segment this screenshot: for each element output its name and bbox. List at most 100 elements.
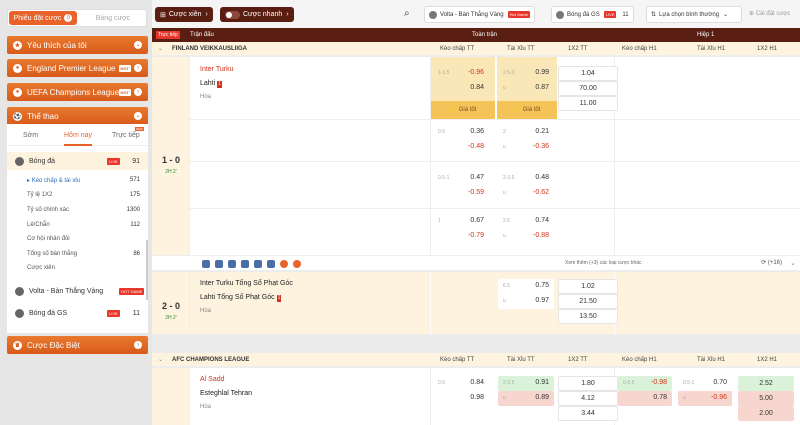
search-icon[interactable]: ⌕ (404, 8, 410, 19)
sub-handicap-ou[interactable]: ▸ Kèo chấp & tài xỉu (27, 177, 80, 184)
odds-cell[interactable]: u 0.97 (498, 294, 554, 309)
odds-cell[interactable]: 0.5-1 0.70 (678, 376, 732, 391)
odd: 0.70 (713, 379, 727, 386)
odds-1x2-h1[interactable]: 5.00 (738, 391, 794, 406)
odds-cell[interactable]: 2 0.21 (498, 125, 554, 140)
more-count[interactable]: ⟳ (+16) (761, 259, 782, 266)
line: 1-1.5 (438, 70, 450, 76)
sub-parlay[interactable]: Cược xiên (27, 265, 55, 271)
view-icon[interactable] (228, 260, 236, 268)
odds-1x2[interactable]: 21.50 (558, 294, 618, 309)
volta-chip[interactable]: Volta - Bàn Thắng Vàng Hot Game (424, 6, 535, 23)
best-price-label: Giá tốt (458, 107, 477, 113)
odds-cell[interactable]: -0.59 (433, 186, 489, 201)
stats-icon[interactable] (241, 260, 249, 268)
sports-tabs: Sớm Hôm nay Trực tiếp NEW (7, 124, 148, 146)
bet-slip-tab[interactable]: Phiếu đặt cược 0 (9, 11, 77, 25)
odds-cell[interactable]: 0.84 (433, 81, 489, 96)
col-header: Tài Xỉu H1 (697, 357, 726, 363)
sport-gs[interactable]: Bóng đá GS LIVE 11 (7, 304, 148, 322)
odds-cell[interactable]: 2-2.5 0.48 (498, 171, 554, 186)
odd: 0.78 (653, 394, 667, 401)
score: 2 - 0 (161, 301, 180, 311)
odds-cell[interactable]: -0.48 (433, 140, 489, 155)
odds-1x2[interactable]: 1.80 (558, 376, 618, 391)
coin-icon[interactable] (293, 260, 301, 268)
tab-live[interactable]: Trực tiếp (112, 132, 140, 139)
ucl-section[interactable]: ● UEFA Champions League HOT › (7, 83, 148, 101)
odds-cell[interactable]: 2-2.5 0.91 (498, 376, 554, 391)
tab-today[interactable]: Hôm nay (64, 132, 93, 146)
special-section[interactable]: ♛ Cược Đặc Biệt › (7, 336, 148, 354)
more-markets-link[interactable]: Xem thêm (+3) các loại cược khác (565, 260, 642, 266)
odd: -0.98 (651, 379, 667, 386)
tab-early[interactable]: Sớm (23, 132, 38, 139)
odds-cell[interactable]: 0.5 0.84 (433, 376, 489, 391)
league-name: AFC CHAMPIONS LEAGUE (172, 357, 250, 363)
sports-section[interactable]: ⚽ Thể thao ⌄ (7, 107, 148, 125)
chevron-down-icon[interactable]: ⌄ (790, 259, 796, 267)
odds-cell[interactable]: -0.79 (433, 229, 489, 244)
odds-1x2[interactable]: 4.12 (558, 391, 618, 406)
line: 6.5 (503, 283, 510, 289)
best-price-button[interactable]: ⚡ Giá tốt (431, 101, 495, 119)
settings-link[interactable]: ⊕ Cài đặt cược (749, 10, 790, 17)
chevron-down-icon: ⌄ (134, 112, 142, 120)
chevron-down-icon: ⌄ (723, 12, 729, 18)
epl-section[interactable]: ● England Premier League HOT › (7, 59, 148, 77)
league-row[interactable]: ⌄ AFC CHAMPIONS LEAGUE Kèo chấp TT Tài X… (152, 353, 800, 367)
list-icon[interactable] (267, 260, 275, 268)
fire-icon[interactable] (280, 260, 288, 268)
sub-odd-even[interactable]: Lẻ/Chẵn (27, 222, 50, 228)
sub-count: 86 (133, 251, 140, 257)
odds-cell[interactable]: u -0.88 (498, 229, 554, 244)
odds-cell[interactable]: u 0.89 (498, 391, 554, 406)
sub-total-goals[interactable]: Tổng số bàn thắng (27, 251, 77, 257)
odd: -0.79 (468, 232, 484, 239)
odds-cell[interactable]: 0.98 (433, 391, 489, 406)
sport-football[interactable]: Bóng đá LIVE 91 (7, 152, 148, 170)
best-price-button[interactable]: ⚡ Giá tốt (497, 101, 557, 119)
odds-1x2[interactable]: 13.50 (558, 309, 618, 324)
odds-1x2[interactable]: 1.02 (558, 279, 618, 294)
odds-1x2[interactable]: 70.00 (558, 81, 618, 96)
bet-board-tab[interactable]: Bảng cược (80, 11, 146, 25)
sub-double-chance[interactable]: Cơ hội nhân đôi (27, 236, 70, 242)
odds-cell[interactable]: 1-1.5 -0.96 (433, 66, 489, 81)
odds-1x2-h1[interactable]: 2.00 (738, 406, 794, 421)
odds-cell[interactable]: u 0.87 (498, 81, 554, 96)
score: 1 - 0 (161, 155, 180, 165)
sort-dropdown[interactable]: ⇅ Lựa chọn bình thường ⌄ (646, 6, 742, 23)
odd: 0.36 (470, 128, 484, 135)
sidebar-scrollbar[interactable] (146, 240, 148, 300)
odds-1x2[interactable]: 3.44 (558, 406, 618, 421)
odds-cell[interactable]: 0.5 0.36 (433, 125, 489, 140)
quick-bet-toggle[interactable] (225, 10, 240, 19)
odds-cell[interactable]: 0.5-1 0.47 (433, 171, 489, 186)
sub-1x2[interactable]: Tỷ lệ 1X2 (27, 192, 52, 198)
sport-volta[interactable]: Volta - Bàn Thắng Vàng HOT GAME (7, 282, 148, 300)
odds-1x2[interactable]: 11.00 (558, 96, 618, 111)
odds-cell[interactable]: u -0.36 (498, 140, 554, 155)
odds-cell[interactable]: 0-0.5 -0.98 (618, 376, 672, 391)
odds-1x2-h1[interactable]: 2.52 (738, 376, 794, 391)
chart-icon[interactable] (215, 260, 223, 268)
parlay-button[interactable]: ⊞ Cược xiên › (155, 7, 213, 22)
gs-chip[interactable]: Bóng đá GS LIVE 11 (551, 6, 634, 23)
odds-cell[interactable]: 2.5-3 0.99 (498, 66, 554, 81)
sub-correct-score[interactable]: Tỷ số chính xác (27, 207, 69, 213)
grid-icon[interactable] (254, 260, 262, 268)
odd: -0.59 (468, 189, 484, 196)
odd: 0.97 (535, 297, 549, 304)
quick-bet-button[interactable]: Cược nhanh › (220, 7, 294, 22)
odds-cell[interactable]: 6.5 0.75 (498, 279, 554, 294)
odds-cell[interactable]: 1 0.67 (433, 214, 489, 229)
star-icon[interactable] (202, 260, 210, 268)
odds-cell[interactable]: u -0.96 (678, 391, 732, 406)
favorites-section[interactable]: ★ Yêu thích của tôi ⌄ (7, 36, 148, 54)
odds-cell[interactable]: 2.5 0.74 (498, 214, 554, 229)
odds-cell[interactable]: u -0.62 (498, 186, 554, 201)
league-row[interactable]: ⌄ FINLAND VEIKKAUSLIIGA Kèo chấp TT Tài … (152, 42, 800, 56)
odds-1x2[interactable]: 1.04 (558, 66, 618, 81)
odds-cell[interactable]: 0.78 (618, 391, 672, 406)
